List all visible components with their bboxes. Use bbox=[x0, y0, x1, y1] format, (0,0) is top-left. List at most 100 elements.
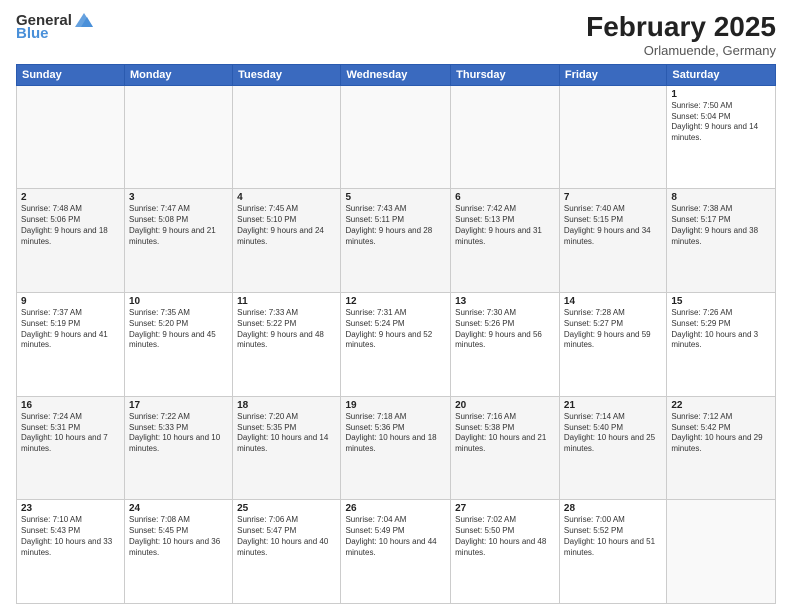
calendar-cell: 17Sunrise: 7:22 AM Sunset: 5:33 PM Dayli… bbox=[124, 396, 232, 500]
day-number: 6 bbox=[455, 192, 555, 203]
day-number: 17 bbox=[129, 400, 228, 411]
day-info: Sunrise: 7:50 AM Sunset: 5:04 PM Dayligh… bbox=[671, 101, 771, 144]
col-thursday: Thursday bbox=[451, 64, 560, 85]
day-info: Sunrise: 7:48 AM Sunset: 5:06 PM Dayligh… bbox=[21, 204, 120, 247]
col-wednesday: Wednesday bbox=[341, 64, 451, 85]
calendar-cell: 20Sunrise: 7:16 AM Sunset: 5:38 PM Dayli… bbox=[451, 396, 560, 500]
day-info: Sunrise: 7:30 AM Sunset: 5:26 PM Dayligh… bbox=[455, 308, 555, 351]
day-info: Sunrise: 7:16 AM Sunset: 5:38 PM Dayligh… bbox=[455, 412, 555, 455]
title-block: February 2025 Orlamuende, Germany bbox=[586, 12, 776, 58]
calendar-cell: 8Sunrise: 7:38 AM Sunset: 5:17 PM Daylig… bbox=[667, 189, 776, 293]
calendar-cell bbox=[124, 85, 232, 189]
calendar-cell: 13Sunrise: 7:30 AM Sunset: 5:26 PM Dayli… bbox=[451, 293, 560, 397]
col-saturday: Saturday bbox=[667, 64, 776, 85]
day-info: Sunrise: 7:38 AM Sunset: 5:17 PM Dayligh… bbox=[671, 204, 771, 247]
day-number: 9 bbox=[21, 296, 120, 307]
day-number: 12 bbox=[345, 296, 446, 307]
calendar-cell: 2Sunrise: 7:48 AM Sunset: 5:06 PM Daylig… bbox=[17, 189, 125, 293]
day-number: 5 bbox=[345, 192, 446, 203]
calendar-cell: 12Sunrise: 7:31 AM Sunset: 5:24 PM Dayli… bbox=[341, 293, 451, 397]
day-info: Sunrise: 7:06 AM Sunset: 5:47 PM Dayligh… bbox=[237, 515, 336, 558]
calendar-body: 1Sunrise: 7:50 AM Sunset: 5:04 PM Daylig… bbox=[17, 85, 776, 603]
col-monday: Monday bbox=[124, 64, 232, 85]
col-tuesday: Tuesday bbox=[233, 64, 341, 85]
day-info: Sunrise: 7:02 AM Sunset: 5:50 PM Dayligh… bbox=[455, 515, 555, 558]
day-number: 1 bbox=[671, 89, 771, 100]
calendar-cell: 25Sunrise: 7:06 AM Sunset: 5:47 PM Dayli… bbox=[233, 500, 341, 604]
day-number: 19 bbox=[345, 400, 446, 411]
calendar-cell: 23Sunrise: 7:10 AM Sunset: 5:43 PM Dayli… bbox=[17, 500, 125, 604]
calendar-week-row: 23Sunrise: 7:10 AM Sunset: 5:43 PM Dayli… bbox=[17, 500, 776, 604]
calendar-cell bbox=[233, 85, 341, 189]
calendar-cell: 27Sunrise: 7:02 AM Sunset: 5:50 PM Dayli… bbox=[451, 500, 560, 604]
day-info: Sunrise: 7:08 AM Sunset: 5:45 PM Dayligh… bbox=[129, 515, 228, 558]
calendar-cell: 16Sunrise: 7:24 AM Sunset: 5:31 PM Dayli… bbox=[17, 396, 125, 500]
day-number: 28 bbox=[564, 503, 662, 514]
day-number: 8 bbox=[671, 192, 771, 203]
day-info: Sunrise: 7:24 AM Sunset: 5:31 PM Dayligh… bbox=[21, 412, 120, 455]
day-number: 15 bbox=[671, 296, 771, 307]
calendar-cell: 26Sunrise: 7:04 AM Sunset: 5:49 PM Dayli… bbox=[341, 500, 451, 604]
calendar-table: Sunday Monday Tuesday Wednesday Thursday… bbox=[16, 64, 776, 604]
day-number: 24 bbox=[129, 503, 228, 514]
day-number: 22 bbox=[671, 400, 771, 411]
calendar-cell: 19Sunrise: 7:18 AM Sunset: 5:36 PM Dayli… bbox=[341, 396, 451, 500]
day-info: Sunrise: 7:28 AM Sunset: 5:27 PM Dayligh… bbox=[564, 308, 662, 351]
calendar-cell: 1Sunrise: 7:50 AM Sunset: 5:04 PM Daylig… bbox=[667, 85, 776, 189]
calendar-week-row: 1Sunrise: 7:50 AM Sunset: 5:04 PM Daylig… bbox=[17, 85, 776, 189]
calendar-location: Orlamuende, Germany bbox=[586, 43, 776, 58]
calendar-cell: 11Sunrise: 7:33 AM Sunset: 5:22 PM Dayli… bbox=[233, 293, 341, 397]
day-number: 21 bbox=[564, 400, 662, 411]
header: General Blue February 2025 Orlamuende, G… bbox=[16, 12, 776, 58]
calendar-cell: 21Sunrise: 7:14 AM Sunset: 5:40 PM Dayli… bbox=[559, 396, 666, 500]
day-number: 13 bbox=[455, 296, 555, 307]
day-number: 7 bbox=[564, 192, 662, 203]
day-info: Sunrise: 7:20 AM Sunset: 5:35 PM Dayligh… bbox=[237, 412, 336, 455]
page: General Blue February 2025 Orlamuende, G… bbox=[0, 0, 792, 612]
calendar-cell: 22Sunrise: 7:12 AM Sunset: 5:42 PM Dayli… bbox=[667, 396, 776, 500]
day-info: Sunrise: 7:26 AM Sunset: 5:29 PM Dayligh… bbox=[671, 308, 771, 351]
day-number: 20 bbox=[455, 400, 555, 411]
day-info: Sunrise: 7:22 AM Sunset: 5:33 PM Dayligh… bbox=[129, 412, 228, 455]
calendar-cell: 9Sunrise: 7:37 AM Sunset: 5:19 PM Daylig… bbox=[17, 293, 125, 397]
day-info: Sunrise: 7:18 AM Sunset: 5:36 PM Dayligh… bbox=[345, 412, 446, 455]
col-friday: Friday bbox=[559, 64, 666, 85]
day-info: Sunrise: 7:47 AM Sunset: 5:08 PM Dayligh… bbox=[129, 204, 228, 247]
calendar-cell: 4Sunrise: 7:45 AM Sunset: 5:10 PM Daylig… bbox=[233, 189, 341, 293]
day-info: Sunrise: 7:45 AM Sunset: 5:10 PM Dayligh… bbox=[237, 204, 336, 247]
calendar-cell: 7Sunrise: 7:40 AM Sunset: 5:15 PM Daylig… bbox=[559, 189, 666, 293]
day-number: 25 bbox=[237, 503, 336, 514]
day-info: Sunrise: 7:40 AM Sunset: 5:15 PM Dayligh… bbox=[564, 204, 662, 247]
logo: General Blue bbox=[16, 12, 95, 42]
calendar-title: February 2025 bbox=[586, 12, 776, 43]
calendar-cell: 15Sunrise: 7:26 AM Sunset: 5:29 PM Dayli… bbox=[667, 293, 776, 397]
logo-blue-text: Blue bbox=[16, 25, 49, 42]
day-info: Sunrise: 7:33 AM Sunset: 5:22 PM Dayligh… bbox=[237, 308, 336, 351]
day-info: Sunrise: 7:12 AM Sunset: 5:42 PM Dayligh… bbox=[671, 412, 771, 455]
day-number: 23 bbox=[21, 503, 120, 514]
calendar-cell: 14Sunrise: 7:28 AM Sunset: 5:27 PM Dayli… bbox=[559, 293, 666, 397]
logo-icon bbox=[73, 11, 95, 29]
day-number: 18 bbox=[237, 400, 336, 411]
day-number: 27 bbox=[455, 503, 555, 514]
day-number: 3 bbox=[129, 192, 228, 203]
calendar-week-row: 2Sunrise: 7:48 AM Sunset: 5:06 PM Daylig… bbox=[17, 189, 776, 293]
calendar-header: Sunday Monday Tuesday Wednesday Thursday… bbox=[17, 64, 776, 85]
calendar-cell: 6Sunrise: 7:42 AM Sunset: 5:13 PM Daylig… bbox=[451, 189, 560, 293]
calendar-cell: 5Sunrise: 7:43 AM Sunset: 5:11 PM Daylig… bbox=[341, 189, 451, 293]
days-of-week-row: Sunday Monday Tuesday Wednesday Thursday… bbox=[17, 64, 776, 85]
day-info: Sunrise: 7:14 AM Sunset: 5:40 PM Dayligh… bbox=[564, 412, 662, 455]
day-info: Sunrise: 7:04 AM Sunset: 5:49 PM Dayligh… bbox=[345, 515, 446, 558]
day-info: Sunrise: 7:37 AM Sunset: 5:19 PM Dayligh… bbox=[21, 308, 120, 351]
calendar-cell: 3Sunrise: 7:47 AM Sunset: 5:08 PM Daylig… bbox=[124, 189, 232, 293]
col-sunday: Sunday bbox=[17, 64, 125, 85]
calendar-cell bbox=[17, 85, 125, 189]
day-number: 16 bbox=[21, 400, 120, 411]
calendar-week-row: 9Sunrise: 7:37 AM Sunset: 5:19 PM Daylig… bbox=[17, 293, 776, 397]
day-info: Sunrise: 7:00 AM Sunset: 5:52 PM Dayligh… bbox=[564, 515, 662, 558]
calendar-cell bbox=[451, 85, 560, 189]
calendar-cell bbox=[667, 500, 776, 604]
calendar-cell: 18Sunrise: 7:20 AM Sunset: 5:35 PM Dayli… bbox=[233, 396, 341, 500]
day-number: 10 bbox=[129, 296, 228, 307]
day-info: Sunrise: 7:35 AM Sunset: 5:20 PM Dayligh… bbox=[129, 308, 228, 351]
